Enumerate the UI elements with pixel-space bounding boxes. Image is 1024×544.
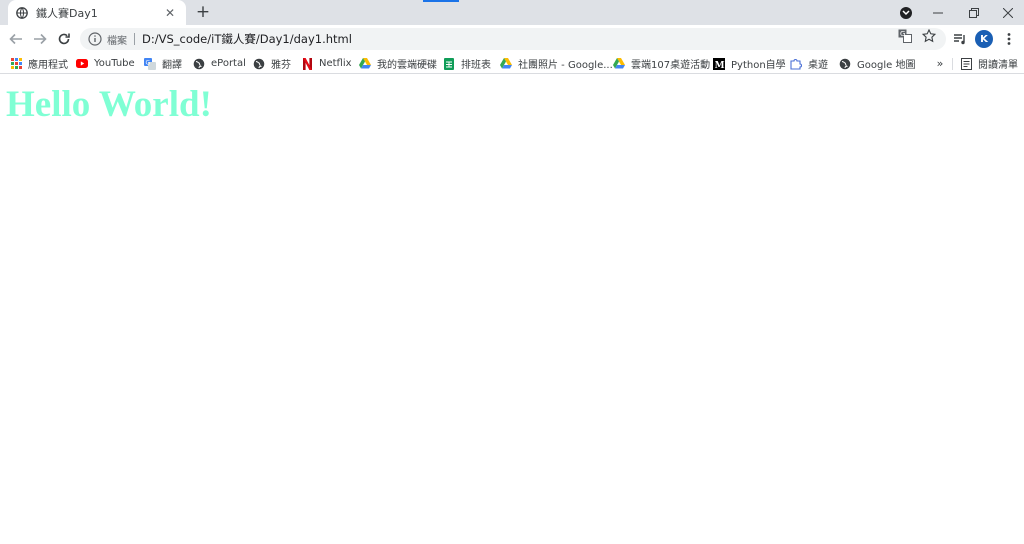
tab-search-button[interactable]	[897, 0, 915, 25]
bookmarks-bar: 應用程式 YouTube G 翻譯 ePortal 雅芬 Netflix 我的雲…	[0, 53, 1024, 74]
bookmark-label: Google 地圖	[857, 60, 916, 71]
bookmark-apps[interactable]: 應用程式	[10, 55, 68, 72]
forward-button[interactable]	[30, 29, 50, 49]
bookmark-my-drive[interactable]: 我的雲端硬碟	[359, 55, 437, 72]
google-drive-icon	[500, 58, 512, 70]
bookmark-schedule[interactable]: 排班表	[443, 55, 491, 72]
bookmark-python[interactable]: M Python自學	[713, 55, 786, 72]
bookmark-label: YouTube	[94, 58, 135, 69]
bookmark-eportal[interactable]: ePortal	[193, 55, 246, 72]
info-icon[interactable]	[88, 32, 102, 46]
globe-icon	[16, 6, 28, 19]
bookmark-netflix[interactable]: Netflix	[301, 55, 352, 72]
address-bar[interactable]: 檔案 D:/VS_code/iT鐵人賽/Day1/day1.html	[80, 28, 946, 50]
tab-close-icon[interactable]: ✕	[162, 5, 178, 21]
minimize-button[interactable]	[928, 0, 948, 25]
google-sheets-icon	[443, 57, 455, 70]
youtube-icon	[76, 58, 88, 70]
profile-avatar[interactable]: K	[975, 30, 993, 48]
page-content: Hello World!	[0, 75, 1024, 544]
bookmark-youtube[interactable]: YouTube	[76, 55, 135, 72]
new-tab-button[interactable]: +	[194, 2, 212, 22]
svg-text:G: G	[146, 59, 151, 66]
bookmark-label: 我的雲端硬碟	[377, 60, 437, 71]
close-window-button[interactable]	[998, 0, 1018, 25]
address-divider	[134, 33, 135, 45]
apps-grid-icon	[10, 58, 22, 70]
star-icon[interactable]	[922, 29, 936, 43]
browser-toolbar: 檔案 D:/VS_code/iT鐵人賽/Day1/day1.html G K	[0, 25, 1024, 53]
kebab-menu-icon[interactable]	[999, 29, 1019, 49]
reload-button[interactable]	[54, 29, 74, 49]
reading-list-label: 閱讀清單	[978, 60, 1018, 71]
bookmark-label: Python自學	[731, 60, 786, 71]
tab-active[interactable]: 鐵人賽Day1 ✕	[8, 0, 186, 25]
media-control-icon[interactable]	[950, 29, 970, 49]
url-text[interactable]: D:/VS_code/iT鐵人賽/Day1/day1.html	[142, 31, 352, 47]
bookmark-label: 翻譯	[162, 60, 182, 71]
google-drive-icon	[613, 58, 625, 70]
svg-text:M: M	[715, 60, 725, 69]
chevron-down-icon	[900, 6, 912, 19]
back-button[interactable]	[6, 29, 26, 49]
page-heading: Hello World!	[6, 84, 212, 125]
globe-icon	[839, 58, 851, 70]
bookmark-cloud-boardgame[interactable]: 雲端107桌遊活動	[613, 55, 710, 72]
restore-button[interactable]	[964, 0, 984, 25]
bookmark-yafen[interactable]: 雅芬	[253, 55, 291, 72]
bookmarks-more-button[interactable]: »	[933, 55, 947, 72]
minimize-icon	[933, 12, 943, 13]
bookmark-translate[interactable]: G 翻譯	[144, 55, 182, 72]
bookmark-label: ePortal	[211, 58, 246, 69]
bookmark-google-maps[interactable]: Google 地圖	[839, 55, 915, 72]
bookmark-label: 雲端107桌遊活動	[631, 60, 711, 71]
reading-list-icon	[960, 57, 972, 70]
bookmark-label: 應用程式	[28, 60, 68, 71]
restore-icon	[969, 7, 979, 18]
puzzle-icon	[790, 58, 802, 70]
medium-icon: M	[713, 57, 725, 70]
globe-icon	[253, 58, 265, 70]
bookmarks-divider	[952, 58, 953, 70]
reload-icon	[58, 33, 70, 45]
bookmark-boardgame[interactable]: 桌遊	[790, 55, 828, 72]
bookmark-label: Netflix	[319, 58, 352, 69]
close-icon	[1003, 7, 1013, 18]
bookmark-label: 雅芬	[271, 60, 291, 71]
google-drive-icon	[359, 58, 371, 70]
bookmark-label: 排班表	[461, 60, 491, 71]
translate-icon[interactable]: G	[898, 29, 912, 43]
globe-icon	[193, 58, 205, 70]
tab-title: 鐵人賽Day1	[36, 6, 98, 20]
tab-strip: 鐵人賽Day1 ✕ +	[0, 0, 1024, 25]
arrow-right-icon	[34, 33, 47, 45]
security-label: 檔案	[107, 35, 127, 47]
bookmark-label: 社團照片 - Google...	[518, 60, 613, 71]
translate-icon: G	[144, 57, 156, 70]
netflix-icon	[301, 57, 313, 70]
reading-list-button[interactable]: 閱讀清單	[960, 55, 1018, 72]
bookmark-club-photos[interactable]: 社團照片 - Google...	[500, 55, 613, 72]
svg-text:G: G	[900, 30, 905, 38]
arrow-left-icon	[9, 33, 22, 45]
bookmark-label: 桌遊	[808, 60, 828, 71]
tab-strip-accent	[423, 0, 459, 2]
